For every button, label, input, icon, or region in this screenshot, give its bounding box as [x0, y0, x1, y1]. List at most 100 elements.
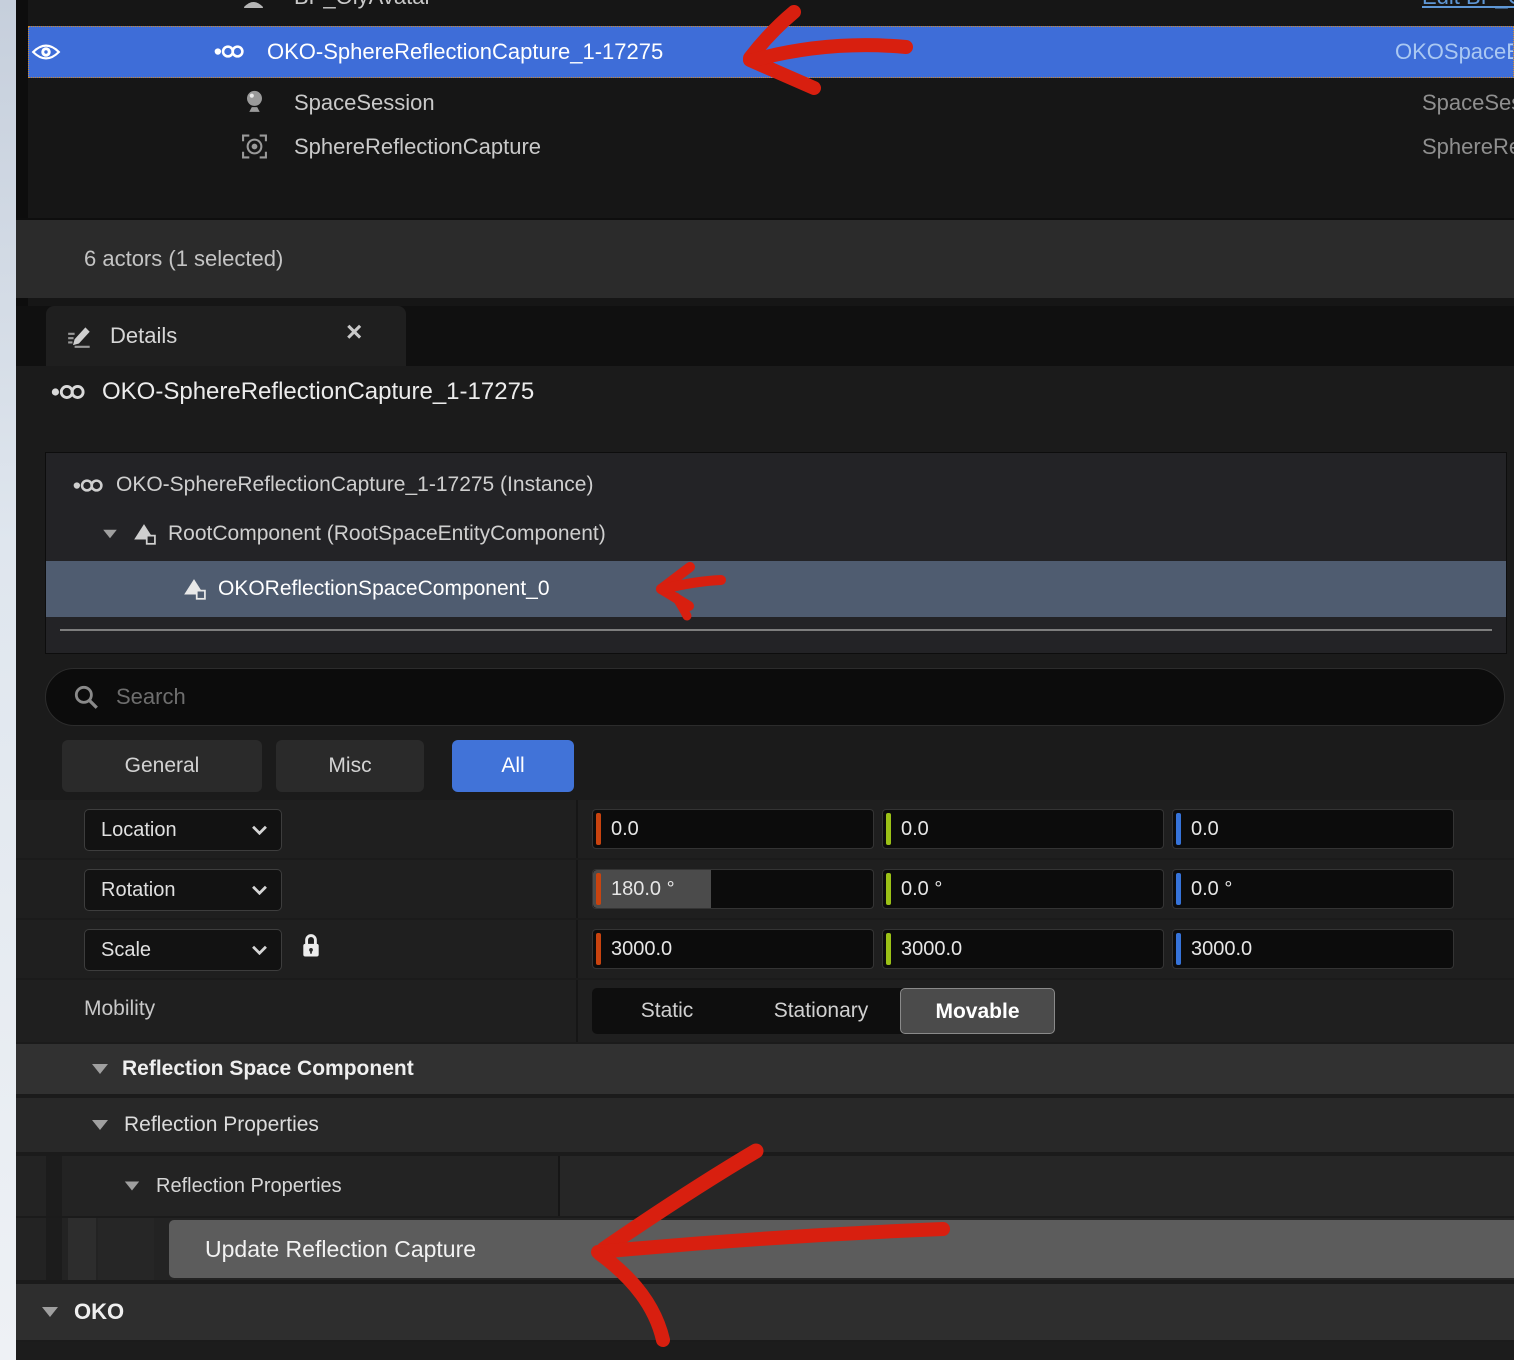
outliner-row-spacesession[interactable]: SpaceSession SpaceSess: [56, 82, 1514, 126]
row-reflection-properties-inner[interactable]: Reflection Properties: [16, 1156, 1514, 1216]
property-row-scale: Scale 3000.0 3000.0 3000.0: [16, 920, 1514, 978]
viewport-edge-strip: [0, 0, 16, 1360]
rotation-x-field[interactable]: 180.0 °: [592, 869, 874, 909]
actor-type-text: SpaceSess: [1422, 90, 1514, 116]
actor-label: SpaceSession: [294, 90, 435, 116]
scene-component-icon: [132, 523, 156, 545]
value-text: 0.0: [1191, 818, 1219, 841]
button-label: Update Reflection Capture: [205, 1236, 476, 1263]
value-text: 180.0 °: [611, 878, 675, 901]
filter-label: General: [125, 754, 200, 778]
location-z-field[interactable]: 0.0: [1172, 809, 1454, 849]
scale-y-field[interactable]: 3000.0: [882, 929, 1164, 969]
filter-label: All: [501, 754, 524, 778]
indent-guide: [46, 1218, 62, 1280]
tree-item-label: OKO-SphereReflectionCapture_1-17275 (Ins…: [116, 473, 593, 497]
location-x-field[interactable]: 0.0: [592, 809, 874, 849]
actor-type-text: SphereRefle: [1422, 134, 1514, 160]
component-tree-panel: OKO-SphereReflectionCapture_1-17275 (Ins…: [45, 452, 1507, 654]
collapse-arrow-icon: [92, 1120, 108, 1130]
visibility-eye-icon[interactable]: [31, 41, 61, 63]
chevron-down-icon: [252, 945, 267, 955]
tree-row-rootcomponent[interactable]: RootComponent (RootSpaceEntityComponent): [46, 511, 1506, 557]
rotation-y-field[interactable]: 0.0 °: [882, 869, 1164, 909]
close-icon[interactable]: ×: [346, 316, 362, 348]
bottom-strip: [16, 1342, 1514, 1360]
chevron-down-icon: [252, 825, 267, 835]
actor-label: OKO-SphereReflectionCapture_1-17275: [267, 39, 663, 65]
scene-component-icon: [182, 578, 206, 600]
chevron-down-icon[interactable]: [103, 530, 117, 539]
column-splitter[interactable]: [576, 980, 578, 1042]
value-text: 3000.0: [1191, 938, 1252, 961]
value-text: 3000.0: [611, 938, 672, 961]
filter-tab-general[interactable]: General: [62, 740, 262, 792]
session-camera-icon: [242, 88, 267, 114]
unreal-editor-panel: BP_OlyAvatar Edit BP_Oly OKO-SphereRefle…: [0, 0, 1514, 1360]
property-group-label: Reflection Properties: [156, 1175, 342, 1198]
link-chain-icon: [213, 43, 245, 60]
section-reflection-space-component[interactable]: Reflection Space Component: [16, 1044, 1514, 1094]
collapse-arrow-icon: [125, 1182, 139, 1191]
property-row-mobility: Mobility Static Stationary Movable: [16, 980, 1514, 1042]
value-text: 0.0 °: [1191, 878, 1232, 901]
update-reflection-capture-button[interactable]: Update Reflection Capture: [169, 1220, 1514, 1278]
avatar-icon: [242, 0, 265, 9]
link-chain-icon: [50, 382, 86, 402]
property-label: Rotation: [101, 879, 176, 902]
filter-tab-misc[interactable]: Misc: [276, 740, 424, 792]
column-splitter[interactable]: [576, 800, 578, 858]
location-y-field[interactable]: 0.0: [882, 809, 1164, 849]
column-splitter[interactable]: [576, 860, 578, 918]
mobility-segmented-control: Static Stationary Movable: [592, 988, 1055, 1034]
actor-label: BP_OlyAvatar: [294, 0, 432, 10]
details-header: OKO-SphereReflectionCapture_1-17275: [50, 378, 534, 406]
rotation-dropdown-button[interactable]: Rotation: [84, 869, 282, 911]
value-text: 0.0 °: [901, 878, 942, 901]
section-oko[interactable]: OKO: [16, 1284, 1514, 1340]
scale-z-field[interactable]: 3000.0: [1172, 929, 1454, 969]
scale-x-field[interactable]: 3000.0: [592, 929, 874, 969]
outliner-status-bar: 6 actors (1 selected): [16, 218, 1514, 298]
indent-guide: [46, 1156, 62, 1216]
location-dropdown-button[interactable]: Location: [84, 809, 282, 851]
collapse-arrow-icon: [92, 1064, 108, 1074]
search-input[interactable]: [114, 683, 1318, 711]
column-splitter[interactable]: [576, 920, 578, 978]
row-update-reflection-capture: Update Reflection Capture: [16, 1218, 1514, 1280]
tree-separator: [60, 629, 1492, 631]
value-text: 3000.0: [901, 938, 962, 961]
tree-row-instance[interactable]: OKO-SphereReflectionCapture_1-17275 (Ins…: [46, 463, 1506, 507]
chevron-down-icon: [252, 885, 267, 895]
outliner-row-selected-actor[interactable]: OKO-SphereReflectionCapture_1-17275 OKOS…: [28, 26, 1514, 78]
actor-count-text: 6 actors (1 selected): [84, 246, 283, 272]
mobility-label: Mobility: [84, 997, 155, 1021]
value-text: 0.0: [611, 818, 639, 841]
outliner-row-bp-olyavatar[interactable]: BP_OlyAvatar Edit BP_Oly: [56, 0, 1514, 22]
section-title: OKO: [74, 1299, 124, 1325]
property-label: Location: [101, 819, 177, 842]
scale-dropdown-button[interactable]: Scale: [84, 929, 282, 971]
lock-icon[interactable]: [300, 932, 322, 959]
tab-details[interactable]: Details ×: [46, 306, 406, 366]
sphere-capture-icon: [241, 133, 268, 160]
indent-guide: [68, 1218, 96, 1280]
tree-row-okoreflectionspacecomponent[interactable]: OKOReflectionSpaceComponent_0: [46, 561, 1506, 617]
actor-label: SphereReflectionCapture: [294, 134, 541, 160]
filter-tab-all[interactable]: All: [452, 740, 574, 792]
details-tab-bar: Details ×: [16, 306, 1514, 366]
rotation-z-field[interactable]: 0.0 °: [1172, 869, 1454, 909]
details-pencil-icon: [66, 322, 94, 350]
mobility-option-static[interactable]: Static: [592, 988, 742, 1034]
property-label: Scale: [101, 939, 151, 962]
tree-item-label: RootComponent (RootSpaceEntityComponent): [168, 522, 606, 546]
filter-label: Misc: [328, 754, 371, 778]
details-search-bar: [45, 668, 1505, 726]
mobility-option-movable[interactable]: Movable: [900, 988, 1055, 1034]
section-title: Reflection Space Component: [122, 1057, 414, 1081]
section-reflection-properties[interactable]: Reflection Properties: [16, 1098, 1514, 1152]
edit-blueprint-link[interactable]: Edit BP_Oly: [1422, 0, 1514, 10]
outliner-row-spherereflectioncapture[interactable]: SphereReflectionCapture SphereRefle: [56, 126, 1514, 170]
mobility-option-stationary[interactable]: Stationary: [742, 988, 900, 1034]
actor-type-text: OKOSpaceE: [1395, 39, 1514, 65]
